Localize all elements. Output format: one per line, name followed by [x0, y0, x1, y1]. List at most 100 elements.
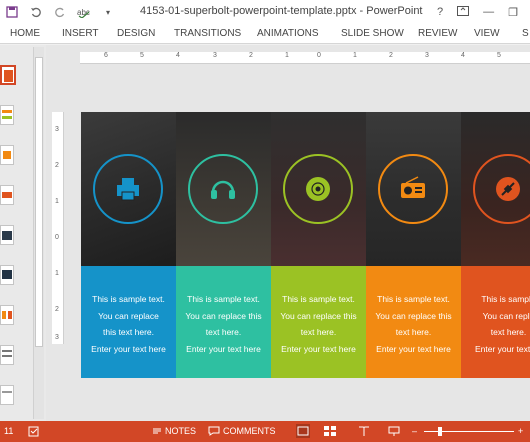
tab-insert[interactable]: INSERT — [62, 28, 99, 39]
column-text-line: This is sample text. — [282, 294, 355, 304]
column-text-line: text here. — [205, 327, 242, 337]
slide-thumbnail[interactable] — [0, 225, 14, 245]
ruler-label: 3 — [425, 52, 429, 59]
ruler-label: 2 — [55, 162, 59, 169]
slideshow-view-icon[interactable] — [388, 426, 400, 438]
headphones-icon — [188, 154, 258, 224]
slide-number: 11 — [4, 426, 14, 436]
column-text-line: This is sample text. — [187, 294, 260, 304]
column-text-box[interactable]: This is sample text. You can replace thi… — [81, 266, 176, 378]
tab-slide-show[interactable]: SLIDE SHOW — [341, 28, 404, 39]
slide-sorter-icon[interactable] — [324, 426, 336, 438]
slide-thumbnail[interactable] — [0, 145, 14, 165]
ruler-label: 5 — [140, 52, 144, 59]
column-text-line: You can replace this — [280, 310, 357, 321]
tab-view[interactable]: VIEW — [474, 28, 500, 39]
tab-home[interactable]: HOME — [10, 28, 40, 39]
column-text-line: text here. — [395, 327, 432, 337]
column-text-line: text here. — [490, 327, 527, 337]
ribbon-display-icon[interactable] — [457, 5, 470, 19]
restore-button[interactable]: ❐ — [508, 6, 518, 19]
zoom-out-icon[interactable]: – — [412, 426, 417, 436]
ruler-label: 6 — [104, 52, 108, 59]
column-text-line: text here. — [300, 327, 337, 337]
column-text-line: Enter your text here — [281, 343, 356, 354]
thumbnail-scrollbar[interactable] — [33, 47, 44, 419]
slide-thumbnail[interactable] — [0, 65, 16, 85]
radio-icon — [378, 154, 448, 224]
slide-thumbnail-panel — [0, 45, 46, 421]
zoom-slider-thumb[interactable] — [438, 427, 442, 436]
column-text-line: You can replace — [98, 310, 159, 321]
column-text-line: Enter your text here — [186, 343, 261, 354]
slide-column: This is sample You can repla text here. … — [461, 112, 530, 378]
title-bar: abc ▾ 4153-01-superbolt-powerpoint-templ… — [0, 0, 530, 24]
vertical-ruler: 3 2 1 0 1 2 3 — [52, 112, 64, 344]
column-text-box[interactable]: This is sample text. You can replace thi… — [176, 266, 271, 378]
slide-column: This is sample text. You can replace thi… — [176, 112, 271, 378]
column-text-line: Enter your text he — [474, 343, 530, 354]
ruler-label: 3 — [55, 126, 59, 133]
ruler-label: 3 — [55, 334, 59, 341]
slide-column: This is sample text. You can replace thi… — [271, 112, 366, 378]
slide-thumbnail[interactable] — [0, 185, 14, 205]
slide-thumbnail[interactable] — [0, 305, 14, 325]
normal-view-icon[interactable] — [296, 424, 310, 438]
comments-button[interactable]: COMMENTS — [223, 426, 276, 436]
help-button[interactable]: ? — [437, 6, 443, 18]
column-text-line: Enter your text here — [376, 343, 451, 354]
ruler-label: 2 — [249, 52, 253, 59]
customize-qat-icon[interactable]: ▾ — [100, 4, 116, 20]
zoom-in-icon[interactable]: + — [518, 426, 523, 436]
redo-icon[interactable] — [52, 4, 68, 20]
ruler-label: 4 — [461, 52, 465, 59]
slide-thumbnail[interactable] — [0, 345, 14, 365]
column-text-line: You can repla — [482, 310, 530, 321]
column-text-line: This is sample text. — [92, 294, 165, 304]
column-text-box[interactable]: This is sample You can repla text here. … — [461, 266, 530, 378]
ruler-label: 4 — [176, 52, 180, 59]
tab-overflow[interactable]: S — [522, 28, 529, 39]
comments-icon[interactable] — [208, 426, 220, 438]
status-bar: 11 NOTES COMMENTS – + — [0, 421, 530, 442]
undo-icon[interactable] — [28, 4, 44, 20]
save-icon[interactable] — [4, 4, 20, 20]
ruler-label: 1 — [55, 270, 59, 277]
ruler-label: 0 — [55, 234, 59, 241]
horizontal-ruler: 6 5 4 3 2 1 0 1 2 3 4 5 — [80, 52, 530, 64]
disc-icon — [283, 154, 353, 224]
tab-transitions[interactable]: TRANSITIONS — [174, 28, 241, 39]
slide-thumbnail[interactable] — [0, 385, 14, 405]
reading-view-icon[interactable] — [358, 426, 370, 438]
ruler-label: 1 — [55, 198, 59, 205]
ruler-label: 0 — [317, 52, 321, 59]
column-text-box[interactable]: This is sample text. You can replace thi… — [271, 266, 366, 378]
spellcheck-icon[interactable] — [28, 426, 40, 439]
ruler-label: 1 — [285, 52, 289, 59]
slide-thumbnail[interactable] — [0, 105, 14, 125]
ruler-label: 2 — [389, 52, 393, 59]
tab-review[interactable]: REVIEW — [418, 28, 457, 39]
minimize-button[interactable]: — — [483, 6, 494, 18]
scrollbar-thumb[interactable] — [35, 57, 43, 347]
slide[interactable]: This is sample text. You can replace thi… — [81, 112, 530, 378]
slide-thumbnail[interactable] — [0, 265, 14, 285]
ruler-label: 5 — [497, 52, 501, 59]
slide-column: This is sample text. You can replace thi… — [366, 112, 461, 378]
ruler-label: 1 — [353, 52, 357, 59]
column-text-box[interactable]: This is sample text. You can replace thi… — [366, 266, 461, 378]
slide-column: This is sample text. You can replace thi… — [81, 112, 176, 378]
window-controls: ? — ❐ — [437, 0, 530, 24]
tab-animations[interactable]: ANIMATIONS — [257, 28, 318, 39]
window-title: 4153-01-superbolt-powerpoint-template.pp… — [140, 5, 423, 17]
printer-icon — [93, 154, 163, 224]
notes-icon[interactable] — [152, 426, 162, 438]
spelling-icon[interactable]: abc — [76, 4, 92, 20]
column-text-line: You can replace this — [185, 310, 262, 321]
ribbon-tabs: HOME INSERT DESIGN TRANSITIONS ANIMATION… — [0, 24, 530, 44]
column-text-line: This is sample text. — [377, 294, 450, 304]
ruler-label: 2 — [55, 306, 59, 313]
column-text-line: You can replace this — [375, 310, 452, 321]
notes-button[interactable]: NOTES — [165, 426, 196, 436]
tab-design[interactable]: DESIGN — [117, 28, 155, 39]
